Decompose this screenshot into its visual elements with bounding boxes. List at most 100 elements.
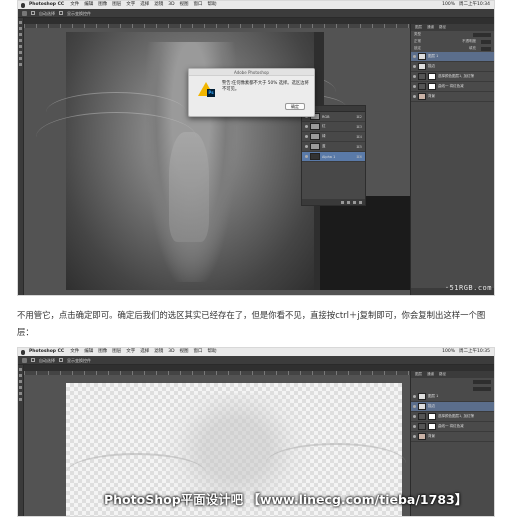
new-channel-icon[interactable]	[353, 200, 356, 204]
layer-row[interactable]: 背景	[411, 92, 494, 102]
menu-image[interactable]: 图像	[98, 348, 107, 356]
visibility-eye-icon[interactable]	[305, 135, 308, 138]
menu-type[interactable]: 文字	[126, 1, 135, 9]
tool-icon[interactable]	[19, 386, 22, 389]
visibility-eye-icon[interactable]	[413, 65, 416, 68]
visibility-eye-icon[interactable]	[413, 405, 416, 408]
visibility-eye-icon[interactable]	[305, 145, 308, 148]
menu-filter[interactable]: 滤镜	[154, 348, 163, 356]
tool-icon[interactable]	[19, 368, 22, 371]
visibility-eye-icon[interactable]	[305, 125, 308, 128]
tool-icon[interactable]	[19, 45, 22, 48]
blend-row[interactable]	[411, 385, 494, 392]
channel-shortcut: ⌘2	[356, 114, 362, 119]
visibility-eye-icon[interactable]	[413, 415, 416, 418]
tab-channels[interactable]: 通道	[427, 371, 434, 378]
canvas-dark-area	[320, 196, 410, 290]
channel-row-selected[interactable]: Alpha 1 ⌘6	[302, 152, 365, 162]
channel-shortcut: ⌘5	[356, 144, 362, 149]
tool-icon[interactable]	[19, 63, 22, 66]
tab-layers[interactable]: 图层	[415, 24, 422, 31]
tab-paths[interactable]: 路径	[439, 24, 446, 31]
ok-button[interactable]: 确定	[285, 103, 305, 110]
filter-field[interactable]	[473, 32, 491, 37]
visibility-eye-icon[interactable]	[413, 395, 416, 398]
dialog-title: Adobe Photoshop	[189, 69, 314, 76]
channel-thumbnail	[310, 123, 320, 130]
layer-row[interactable]: 曲线一 将红色减	[411, 82, 494, 92]
tool-icon[interactable]	[19, 51, 22, 54]
show-transform-checkbox[interactable]	[59, 358, 63, 362]
layer-row[interactable]: 选择颜色图层1, 加红筛	[411, 72, 494, 82]
layer-filter-row[interactable]	[411, 378, 494, 385]
menu-type[interactable]: 文字	[126, 348, 135, 356]
delete-channel-icon[interactable]	[359, 200, 362, 204]
channel-row[interactable]: 绿 ⌘4	[302, 132, 365, 142]
tab-paths[interactable]: 路径	[439, 371, 446, 378]
menu-image[interactable]: 图像	[98, 1, 107, 9]
layer-thumbnail	[418, 393, 426, 400]
menu-3d[interactable]: 3D	[168, 1, 174, 9]
layer-thumbnail	[418, 53, 426, 60]
menu-view[interactable]: 视图	[180, 1, 189, 9]
layer-filter-row[interactable]: 类型	[411, 31, 494, 38]
tab-channels[interactable]: 通道	[427, 24, 434, 31]
tool-icon[interactable]	[19, 392, 22, 395]
tool-icon[interactable]	[19, 380, 22, 383]
menu-layer[interactable]: 图层	[112, 1, 121, 9]
layer-row[interactable]: 背景	[411, 432, 494, 442]
toolbox	[18, 365, 24, 516]
menu-select[interactable]: 选择	[140, 1, 149, 9]
visibility-eye-icon[interactable]	[413, 95, 416, 98]
channel-row[interactable]: 红 ⌘3	[302, 122, 365, 132]
blend-mode-select[interactable]: 正常	[414, 39, 421, 44]
auto-select-checkbox[interactable]	[31, 358, 35, 362]
visibility-eye-icon[interactable]	[413, 85, 416, 88]
visibility-eye-icon[interactable]	[413, 425, 416, 428]
menu-select[interactable]: 选择	[140, 348, 149, 356]
visibility-eye-icon[interactable]	[413, 75, 416, 78]
layer-row[interactable]: 图层 1	[411, 392, 494, 402]
menu-view[interactable]: 视图	[180, 348, 189, 356]
fill-field[interactable]	[481, 46, 491, 51]
menubar-status: 100% 周二上午10:35	[442, 348, 490, 356]
channel-row[interactable]: 蓝 ⌘5	[302, 142, 365, 152]
show-transform-checkbox[interactable]	[59, 11, 63, 15]
menu-help[interactable]: 帮助	[208, 1, 217, 9]
tool-icon[interactable]	[19, 33, 22, 36]
apple-icon[interactable]	[21, 349, 25, 355]
channel-name: Alpha 1	[322, 154, 336, 159]
forum-brand-watermark: PhotoShop平面设计吧 【www.linecg.com/tieba/178…	[104, 492, 468, 507]
tool-icon[interactable]	[19, 39, 22, 42]
menu-window[interactable]: 窗口	[194, 348, 203, 356]
tool-icon[interactable]	[19, 398, 22, 401]
blend-field[interactable]	[473, 386, 491, 391]
menu-help[interactable]: 帮助	[208, 348, 217, 356]
menu-filter[interactable]: 滤镜	[154, 1, 163, 9]
tab-layers[interactable]: 图层	[415, 371, 422, 378]
move-tool-icon[interactable]	[22, 357, 27, 363]
opacity-field[interactable]	[481, 39, 491, 44]
menu-3d[interactable]: 3D	[168, 348, 174, 356]
visibility-eye-icon[interactable]	[305, 155, 308, 158]
layer-row[interactable]: 曲线一 将红色减	[411, 422, 494, 432]
menu-layer[interactable]: 图层	[112, 348, 121, 356]
save-selection-icon[interactable]	[347, 200, 350, 204]
visibility-eye-icon[interactable]	[413, 55, 416, 58]
layer-row[interactable]: 选择颜色图层1, 加红筛	[411, 412, 494, 422]
tool-icon[interactable]	[19, 57, 22, 60]
filter-field[interactable]	[473, 379, 491, 384]
auto-select-checkbox[interactable]	[31, 11, 35, 15]
move-tool-icon[interactable]	[22, 10, 27, 16]
layer-row[interactable]: 图层 1	[411, 52, 494, 62]
tool-icon[interactable]	[19, 374, 22, 377]
menu-window[interactable]: 窗口	[194, 1, 203, 9]
load-selection-icon[interactable]	[341, 200, 344, 204]
layer-row[interactable]: 描边	[411, 62, 494, 72]
tool-icon[interactable]	[19, 27, 22, 30]
tool-icon[interactable]	[19, 21, 22, 24]
apple-icon[interactable]	[21, 2, 25, 8]
visibility-eye-icon[interactable]	[413, 435, 416, 438]
menubar-status: 100% 周二上午10:34	[442, 1, 490, 9]
layer-row[interactable]: 描边	[411, 402, 494, 412]
